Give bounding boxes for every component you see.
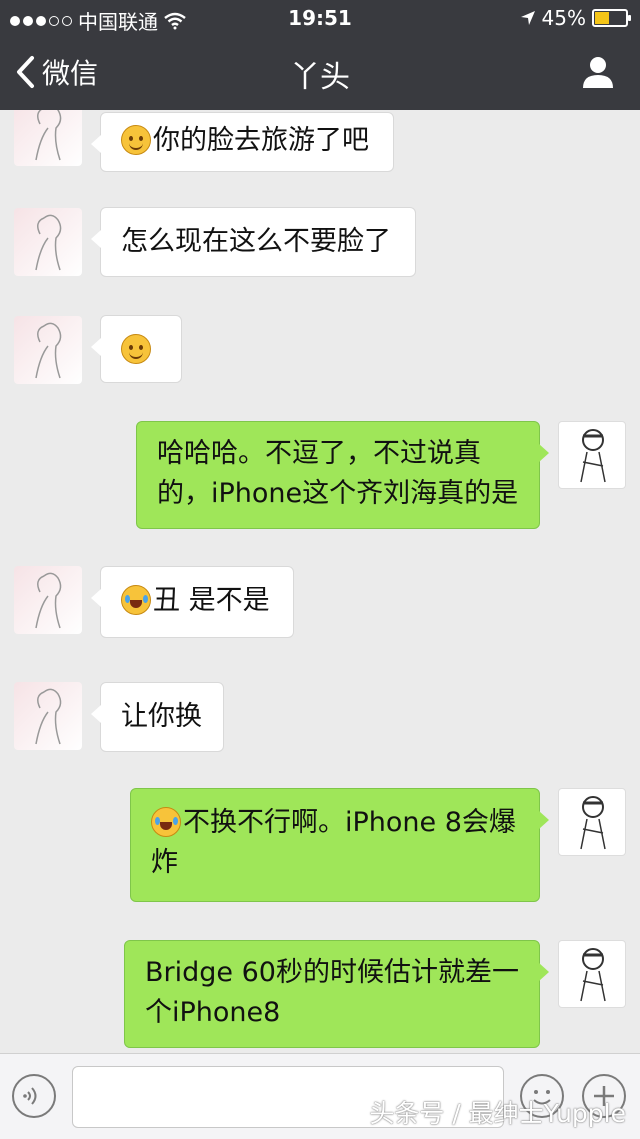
profile-icon[interactable] xyxy=(580,54,616,90)
status-right: 45% xyxy=(520,6,631,30)
message-text: 你的脸去旅游了吧 xyxy=(153,125,369,156)
voice-icon xyxy=(23,1087,37,1105)
message-text-line: Bridge 60秒的时候估计就差一 xyxy=(145,957,519,988)
chat-area[interactable]: 你的脸去旅游了吧 怎么现在这么不要脸了 哈哈哈。不逗了，不过说真 的，iPhon… xyxy=(0,110,640,1053)
message-bubble[interactable]: 丑 是不是 xyxy=(91,566,294,638)
message-bubble[interactable]: 你的脸去旅游了吧 xyxy=(91,112,394,172)
top-bar: 中国联通 19:51 45% 微信 丫头 xyxy=(0,0,640,110)
message-bubble[interactable]: 哈哈哈。不逗了，不过说真 的，iPhone这个齐刘海真的是 xyxy=(136,421,549,529)
location-arrow-icon xyxy=(520,11,535,25)
contact-avatar[interactable] xyxy=(14,110,82,166)
contact-avatar[interactable] xyxy=(14,208,82,276)
contact-avatar[interactable] xyxy=(14,566,82,634)
chat-title: 丫头 xyxy=(290,60,350,95)
my-avatar[interactable] xyxy=(558,940,626,1008)
battery-fill xyxy=(595,12,609,24)
message-text-line: 炸 xyxy=(151,847,178,878)
contact-avatar[interactable] xyxy=(14,682,82,750)
status-bar: 中国联通 19:51 45% xyxy=(0,0,640,36)
message-text-line: 个iPhone8 xyxy=(145,997,281,1028)
tears-of-joy-emoji-icon xyxy=(121,585,151,615)
smile-emoji-icon xyxy=(121,334,151,364)
message-bubble[interactable] xyxy=(91,315,182,383)
message-text-line: 的，iPhone这个齐刘海真的是 xyxy=(157,478,519,509)
voice-input-button[interactable] xyxy=(12,1074,56,1118)
my-avatar[interactable] xyxy=(558,421,626,489)
message-text: 丑 是不是 xyxy=(153,585,270,616)
smile-emoji-icon xyxy=(121,125,151,155)
battery-percent: 45% xyxy=(541,6,586,30)
battery-icon xyxy=(592,9,631,27)
tears-of-joy-emoji-icon xyxy=(151,807,181,837)
message-text: 怎么现在这么不要脸了 xyxy=(121,226,391,257)
my-avatar[interactable] xyxy=(558,788,626,856)
message-bubble[interactable]: 让你换 xyxy=(91,682,224,752)
message-text-line: 不换不行啊。iPhone 8会爆 xyxy=(183,807,516,838)
nav-bar: 微信 丫头 xyxy=(0,36,640,110)
watermark: 头条号 / 最绅士Yupple xyxy=(369,1099,626,1128)
message-bubble[interactable]: Bridge 60秒的时候估计就差一 个iPhone8 xyxy=(124,940,549,1048)
message-text: 让你换 xyxy=(121,701,202,732)
message-text-line: 哈哈哈。不逗了，不过说真 xyxy=(157,438,481,469)
message-bubble[interactable]: 不换不行啊。iPhone 8会爆 炸 xyxy=(130,788,549,902)
message-bubble[interactable]: 怎么现在这么不要脸了 xyxy=(91,207,416,277)
contact-avatar[interactable] xyxy=(14,316,82,384)
